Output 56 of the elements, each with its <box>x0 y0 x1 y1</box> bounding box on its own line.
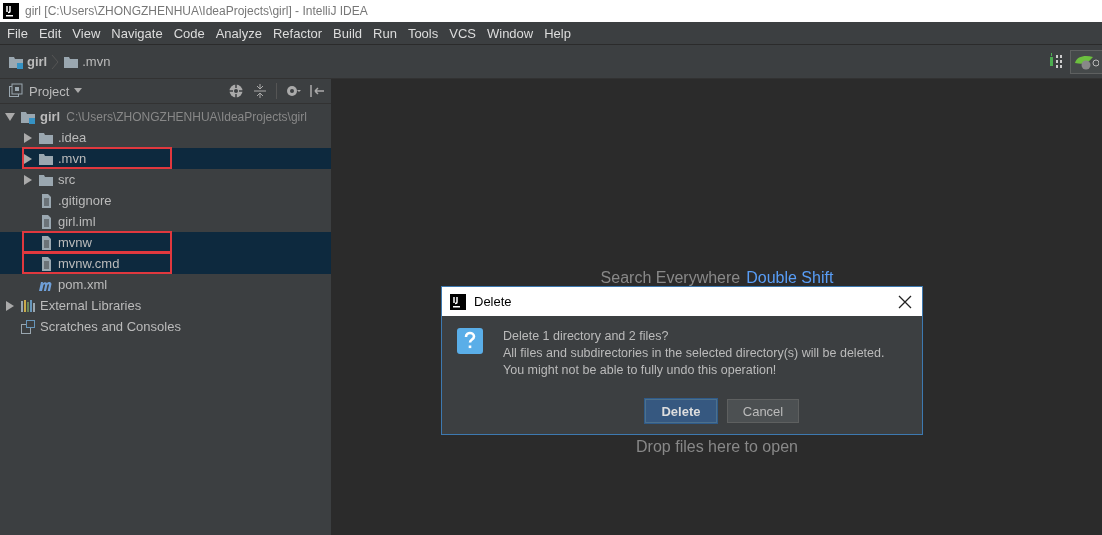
app-logo-icon <box>3 3 19 19</box>
tree-item[interactable]: mvnw.cmd <box>0 253 331 274</box>
message-text: Delete 1 directory and 2 files? <box>503 328 670 345</box>
collapse-icon[interactable] <box>252 83 268 99</box>
tree-item[interactable]: girl C:\Users\ZHONGZHENHUA\IdeaProjects\girl <box>0 106 331 127</box>
dialog-button[interactable]: Cancel <box>727 399 799 423</box>
menu-item[interactable]: Run <box>368 25 403 41</box>
hint-text: Search Everywhere <box>600 269 741 286</box>
tree-item[interactable]: Scratches and Consoles <box>0 316 331 337</box>
scratches-icon <box>20 318 36 335</box>
app-logo-icon <box>450 293 466 310</box>
collapsed-arrow-icon <box>23 132 33 143</box>
dialog-title: Delete <box>474 294 513 309</box>
close-icon[interactable] <box>898 294 912 309</box>
tree-item[interactable]: pom.xml <box>0 274 331 295</box>
shortcut-text: Double Shift <box>746 269 834 286</box>
expanded-arrow-icon <box>5 111 15 122</box>
breadcrumb-item[interactable]: .mvn <box>63 53 111 70</box>
menu-item[interactable]: VCS <box>444 25 482 41</box>
hide-panel-icon[interactable] <box>309 83 325 99</box>
libraries-icon <box>20 297 36 314</box>
menu-item[interactable]: Tools <box>402 25 445 41</box>
dropdown-arrow-icon <box>74 88 83 94</box>
tree-item[interactable]: External Libraries <box>0 295 331 316</box>
menu-item[interactable]: Refactor <box>267 25 329 41</box>
collapsed-arrow-icon <box>23 174 33 185</box>
toolbar-button[interactable] <box>1070 49 1102 74</box>
tree-item[interactable]: src <box>0 169 331 190</box>
message-text: You might not be able to fully undo this operation! <box>503 362 778 379</box>
default-button[interactable]: Delete <box>645 399 717 423</box>
menu-item[interactable]: Build <box>328 25 368 41</box>
view-selector[interactable]: Project <box>8 83 83 99</box>
menu-item[interactable]: Analyze <box>210 25 268 41</box>
menu-item[interactable]: Help <box>539 25 577 41</box>
locate-icon[interactable] <box>228 83 244 99</box>
menu-item[interactable]: Code <box>168 25 211 41</box>
tree-item[interactable]: .mvn <box>0 148 331 169</box>
collapsed-arrow-icon <box>23 153 33 164</box>
path-label: C:\Users\ZHONGZHENHUA\IdeaProjects\girl <box>66 109 307 124</box>
breadcrumb-item[interactable]: girl <box>8 53 48 70</box>
collapsed-arrow-icon <box>5 300 15 311</box>
menu-item[interactable]: Window <box>481 25 540 41</box>
message-text: All files and subdirectories in the selected directory(s) will be deleted. <box>503 345 885 362</box>
menu-item[interactable]: Navigate <box>106 25 169 41</box>
tree-item[interactable]: mvnw <box>0 232 331 253</box>
tree-item[interactable]: .idea <box>0 127 331 148</box>
window-title: girl [C:\Users\ZHONGZHENHUA\IdeaProjects\girl] - IntelliJ IDEA <box>25 4 368 18</box>
tree-item[interactable]: .gitignore <box>0 190 331 211</box>
project-view-icon <box>8 83 24 99</box>
tree-item[interactable]: girl.iml <box>0 211 331 232</box>
hint-text: Drop files here to open <box>636 438 798 455</box>
menu-item[interactable]: View <box>67 25 107 41</box>
menu-item[interactable]: File <box>2 25 34 41</box>
menu-item[interactable]: Edit <box>33 25 68 41</box>
gear-icon[interactable] <box>285 83 301 99</box>
question-icon <box>457 328 483 354</box>
